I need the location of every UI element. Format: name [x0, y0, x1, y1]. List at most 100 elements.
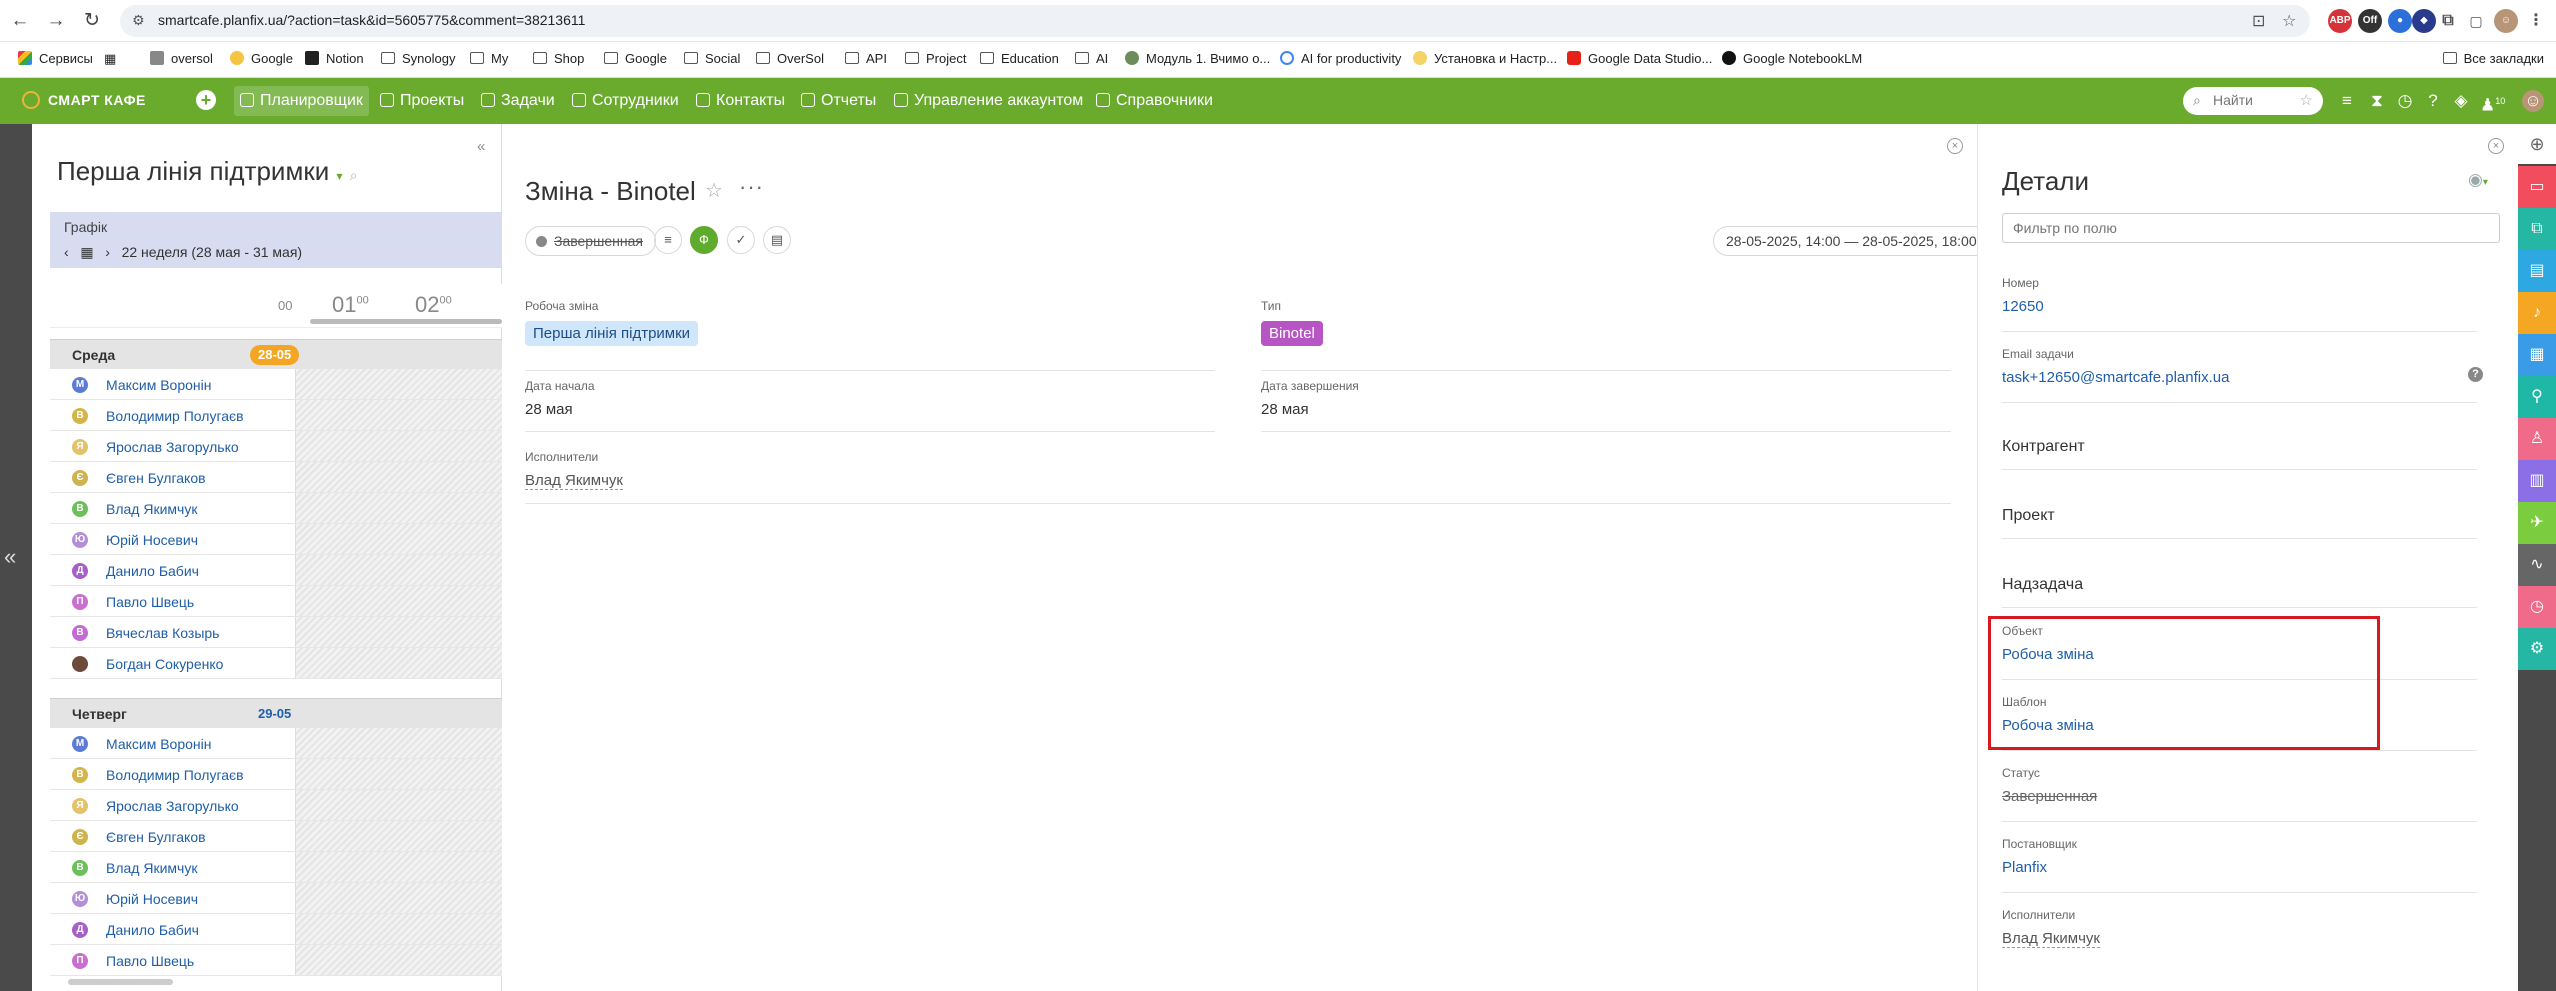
detail-value[interactable]: Planfix — [2002, 859, 2047, 876]
bookmark-item[interactable]: Модуль 1. Вчимо о... — [1125, 51, 1270, 66]
address-bar[interactable]: ⚙ smartcafe.planfix.ua/?action=task&id=5… — [120, 5, 2310, 37]
list-item[interactable]: В Влад Якимчук — [50, 493, 502, 524]
menu-directories[interactable]: Справочники — [1090, 86, 1219, 116]
close-icon[interactable]: × — [2488, 138, 2504, 154]
schedule-cell[interactable] — [295, 431, 502, 461]
detail-value[interactable]: 12650 — [2002, 298, 2044, 315]
date-range[interactable]: 28-05-2025, 14:00 — 28-05-2025, 18:00 — [1713, 226, 1990, 256]
person-name[interactable]: Ярослав Загорулько — [106, 798, 239, 814]
favorites-star-icon[interactable]: ☆ — [2300, 91, 2313, 109]
back-icon[interactable]: ← — [8, 9, 32, 33]
layers-icon[interactable]: ◈ — [2450, 90, 2472, 112]
forward-icon[interactable]: → — [44, 9, 68, 33]
bookmark-item[interactable]: Google Data Studio... — [1567, 51, 1712, 66]
menu-employees[interactable]: Сотрудники — [566, 86, 685, 116]
person-name[interactable]: Володимир Полугаєв — [106, 408, 244, 424]
schedule-cell[interactable] — [295, 914, 502, 944]
add-button[interactable]: + — [196, 90, 216, 110]
pin-icon[interactable]: ⊕ — [2518, 124, 2556, 164]
person-name[interactable]: Павло Швець — [106, 594, 194, 610]
eye-icon[interactable]: ◉▾ — [2468, 170, 2488, 190]
schedule-cell[interactable] — [295, 945, 502, 975]
hamburger-icon[interactable]: ≡ — [2336, 90, 2358, 112]
extension-off-icon[interactable]: Off — [2358, 9, 2382, 33]
collapse-panel-icon[interactable]: « — [477, 138, 485, 155]
chevron-left-icon[interactable]: ‹ — [64, 244, 69, 260]
schedule-cell[interactable] — [295, 821, 502, 851]
close-icon[interactable]: × — [1947, 138, 1963, 154]
menu-projects[interactable]: Проекты — [374, 86, 470, 116]
extension-drop-icon[interactable]: ● — [2388, 9, 2412, 33]
schedule-cell[interactable] — [295, 369, 502, 399]
bookmark-item[interactable]: Notion — [305, 51, 364, 66]
bookmark-folder[interactable]: Education — [980, 51, 1059, 66]
search-icon[interactable]: ⌕ — [350, 167, 358, 183]
sidebar-tool-icon[interactable]: ♙ — [2518, 418, 2556, 460]
sidebar-tool-icon[interactable]: ♪ — [2518, 292, 2556, 334]
bookmark-folder[interactable]: Social — [684, 51, 740, 66]
list-item[interactable]: Ю Юрій Носевич — [50, 524, 502, 555]
sidebar-tool-icon[interactable]: ▭ — [2518, 166, 2556, 208]
menu-reports[interactable]: Отчеты — [795, 86, 882, 116]
detail-contractor[interactable]: Контрагент — [2002, 424, 2477, 470]
person-name[interactable]: Максим Воронін — [106, 736, 212, 752]
bookmark-item[interactable]: AI for productivity — [1280, 51, 1401, 66]
person-name[interactable]: Данило Бабич — [106, 563, 199, 579]
list-item[interactable]: Д Данило Бабич — [50, 914, 502, 945]
list-item[interactable]: В Володимир Полугаєв — [50, 759, 502, 790]
bookmark-item[interactable]: Установка и Настр... — [1413, 51, 1557, 66]
clock-icon[interactable]: ◷ — [2394, 90, 2416, 112]
schedule-cell[interactable] — [295, 586, 502, 616]
extension-shield-icon[interactable]: ◆ — [2412, 9, 2436, 33]
extensions-puzzle-icon[interactable]: ⧉ — [2436, 9, 2460, 33]
plan-icon[interactable]: Ф — [690, 226, 718, 254]
bookmark-folder[interactable]: Project — [905, 51, 966, 66]
list-item[interactable]: В Вячеслав Козырь — [50, 617, 502, 648]
chevron-down-icon[interactable]: ▾ — [336, 169, 342, 183]
profile-avatar[interactable]: ☺ — [2494, 9, 2518, 33]
list-item[interactable]: В Володимир Полугаєв — [50, 400, 502, 431]
list-item[interactable]: П Павло Швець — [50, 945, 502, 976]
type-chip[interactable]: Binotel — [1261, 321, 1323, 346]
install-icon[interactable]: ⊡ — [2252, 11, 2265, 31]
bookmark-folder[interactable]: Google — [604, 51, 667, 66]
detail-project[interactable]: Проект — [2002, 493, 2477, 539]
sidebar-tool-icon[interactable]: ▤ — [2518, 250, 2556, 292]
person-name[interactable]: Влад Якимчук — [106, 860, 197, 876]
detail-value[interactable]: task+12650@smartcafe.planfix.ua — [2002, 369, 2229, 386]
bookmark-folder[interactable]: API — [845, 51, 887, 66]
bookmark-item[interactable]: Google NotebookLM — [1722, 51, 1862, 66]
shift-chip[interactable]: Перша лінія підтримки — [525, 321, 699, 346]
person-name[interactable]: Максим Воронін — [106, 377, 212, 393]
detail-parent-task[interactable]: Надзадача — [2002, 562, 2477, 608]
schedule-cell[interactable] — [295, 400, 502, 430]
schedule-cell[interactable] — [295, 462, 502, 492]
chevron-right-icon[interactable]: › — [105, 244, 110, 260]
list-item[interactable]: Я Ярослав Загорулько — [50, 431, 502, 462]
sidebar-tool-icon[interactable]: ✈ — [2518, 502, 2556, 544]
person-name[interactable]: Євген Булгаков — [106, 829, 206, 845]
schedule-cell[interactable] — [295, 648, 502, 678]
bookmark-item[interactable]: Google — [230, 51, 293, 66]
reload-icon[interactable]: ↻ — [80, 9, 104, 33]
bookmark-folder[interactable]: Shop — [533, 51, 584, 66]
schedule-cell[interactable] — [295, 493, 502, 523]
sidebar-tool-icon[interactable]: ⧉ — [2518, 208, 2556, 250]
planner-title[interactable]: Перша лінія підтримки ▾ ⌕ — [57, 156, 358, 187]
person-name[interactable]: Ярослав Загорулько — [106, 439, 239, 455]
field-end-date[interactable]: Дата завершения 28 мая — [1261, 379, 1951, 432]
menu-planner[interactable]: Планировщик — [234, 86, 369, 116]
filter-input[interactable] — [2002, 213, 2500, 243]
sidebar-tool-icon[interactable]: ∿ — [2518, 544, 2556, 586]
timer-icon[interactable]: ⧗ — [2366, 90, 2388, 112]
schedule-cell[interactable] — [295, 852, 502, 882]
list-item[interactable]: Є Євген Булгаков — [50, 821, 502, 852]
schedule-cell[interactable] — [295, 883, 502, 913]
bookmark-item[interactable]: Сервисы — [18, 51, 93, 66]
person-name[interactable]: Євген Булгаков — [106, 470, 206, 486]
bookmark-folder[interactable]: My — [470, 51, 508, 66]
menu-contacts[interactable]: Контакты — [690, 86, 791, 116]
search-input[interactable] — [2213, 92, 2293, 108]
help-icon[interactable]: ? — [2468, 367, 2483, 382]
more-icon[interactable]: ··· — [739, 174, 764, 200]
